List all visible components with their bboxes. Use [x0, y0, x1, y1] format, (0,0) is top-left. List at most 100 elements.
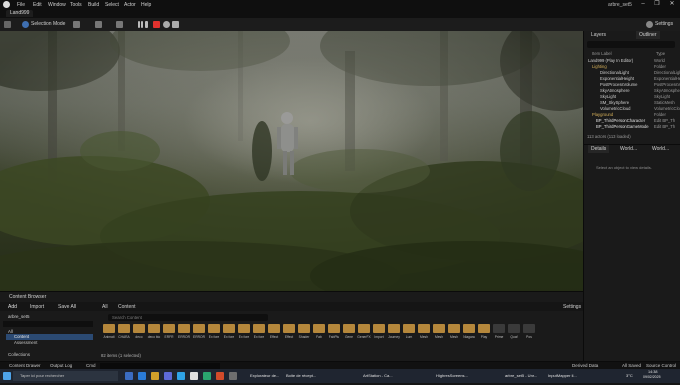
stop-icon[interactable] — [153, 21, 160, 28]
source-control-button[interactable]: Source Control — [646, 363, 676, 368]
blueprint-icon[interactable] — [95, 21, 102, 28]
folder-icon[interactable] — [253, 324, 265, 333]
outliner-row[interactable]: BP_ThirdPersonGameMode Edit BP_Th — [584, 124, 680, 130]
menu-tools[interactable]: Tools — [70, 2, 82, 8]
tab-world-settings-2[interactable]: World... — [649, 145, 672, 153]
tab-world-settings-1[interactable]: World... — [617, 145, 640, 153]
tab-outliner[interactable]: Outliner — [636, 31, 660, 39]
pause-icon[interactable] — [138, 21, 140, 28]
menu-window[interactable]: Window — [48, 2, 66, 8]
app-icon[interactable] — [190, 372, 198, 380]
folder-icon[interactable] — [133, 324, 145, 333]
level-tab[interactable]: Land999 — [6, 10, 34, 17]
close-button[interactable]: ✕ — [665, 0, 679, 9]
folder-icon[interactable] — [193, 324, 205, 333]
menu-build[interactable]: Build — [88, 2, 99, 8]
source-root[interactable]: arbre_set5 — [8, 314, 30, 319]
content-browser-tab[interactable]: Content Browser — [9, 294, 46, 300]
folder-icon[interactable] — [463, 324, 475, 333]
tab-layers[interactable]: Layers — [588, 31, 609, 39]
add-button[interactable]: Add — [8, 304, 17, 310]
outliner-search-input[interactable] — [587, 41, 675, 48]
taskbar-app-1[interactable]: Explorateur de... — [250, 371, 279, 381]
all-saved-button[interactable]: All Saved — [622, 363, 641, 368]
quick-add-icon[interactable] — [73, 21, 80, 28]
windows-start-icon[interactable] — [3, 372, 11, 380]
menu-edit[interactable]: Edit — [33, 2, 42, 8]
source-search-input[interactable] — [3, 321, 93, 327]
level-viewport[interactable] — [0, 31, 583, 291]
unreal-logo-icon[interactable] — [3, 1, 10, 8]
collections-header[interactable]: Collections — [8, 352, 30, 357]
import-button[interactable]: Import — [30, 304, 44, 310]
content-settings-button[interactable]: Settings — [563, 304, 581, 310]
app-icon[interactable] — [229, 372, 237, 380]
clock-date[interactable]: 09/02/2025 — [643, 375, 661, 385]
folder-icon[interactable] — [403, 324, 415, 333]
folder-icon[interactable] — [268, 324, 280, 333]
content-drawer-button[interactable]: Content Drawer — [9, 363, 41, 368]
cinematics-icon[interactable] — [116, 21, 123, 28]
taskbar-app-6[interactable]: InputMapper il... — [548, 371, 577, 381]
folder-icon[interactable] — [343, 324, 355, 333]
gear-icon[interactable] — [646, 21, 653, 28]
eject-icon[interactable] — [163, 21, 170, 28]
folder-icon[interactable] — [151, 372, 159, 380]
folder-icon[interactable] — [358, 324, 370, 333]
column-item-label[interactable]: Item Label — [592, 51, 612, 56]
folder-icon[interactable] — [103, 324, 115, 333]
folder-icon[interactable] — [313, 324, 325, 333]
save-all-button[interactable]: Save All — [58, 304, 76, 310]
folder-icon[interactable] — [478, 324, 490, 333]
derived-data-button[interactable]: Derived Data — [572, 363, 598, 368]
menu-select[interactable]: Select — [105, 2, 119, 8]
teams-icon[interactable] — [164, 372, 172, 380]
app-icon[interactable] — [203, 372, 211, 380]
tree-subfolder[interactable]: Assessment — [14, 340, 37, 345]
folder-icon[interactable] — [238, 324, 250, 333]
taskbar-app-2[interactable]: Boite de récept... — [286, 371, 316, 381]
folder-icon[interactable] — [328, 324, 340, 333]
tab-details[interactable]: Details — [588, 145, 610, 153]
app-icon[interactable] — [216, 372, 224, 380]
cmd-dropdown[interactable]: Cmd — [86, 363, 96, 368]
folder-icon[interactable] — [178, 324, 190, 333]
maximize-button[interactable]: ❐ — [650, 0, 664, 9]
task-view-icon[interactable] — [125, 372, 133, 380]
folder-icon[interactable] — [223, 324, 235, 333]
folder-icon[interactable] — [418, 324, 430, 333]
menu-help[interactable]: Help — [141, 2, 151, 8]
folder-icon[interactable] — [448, 324, 460, 333]
folder-icon[interactable] — [523, 324, 535, 333]
folder-icon[interactable] — [388, 324, 400, 333]
path-content[interactable]: Content — [118, 304, 136, 310]
taskbar-app-4[interactable]: HighresScreens... — [436, 371, 468, 381]
play-options-icon[interactable] — [172, 21, 179, 28]
folder-icon[interactable] — [283, 324, 295, 333]
folder-icon[interactable] — [148, 324, 160, 333]
folder-icon[interactable] — [373, 324, 385, 333]
output-log-button[interactable]: Output Log — [50, 363, 72, 368]
save-icon[interactable] — [4, 21, 11, 28]
menu-file[interactable]: File — [17, 2, 25, 8]
selection-mode-dropdown[interactable]: Selection Mode — [31, 20, 65, 29]
step-icon[interactable] — [145, 21, 148, 28]
folder-icon[interactable] — [118, 324, 130, 333]
weather-temp[interactable]: 3°C — [626, 371, 633, 381]
menu-actor[interactable]: Actor — [124, 2, 136, 8]
edge-icon[interactable] — [138, 372, 146, 380]
tree-content[interactable]: Content — [14, 334, 29, 339]
settings-button[interactable]: Settings — [655, 20, 673, 29]
taskbar-app-3[interactable]: ArtStation - Ca... — [363, 371, 393, 381]
column-type[interactable]: Type — [656, 51, 665, 56]
folder-icon[interactable] — [208, 324, 220, 333]
folder-icon[interactable] — [433, 324, 445, 333]
folder-icon[interactable] — [163, 324, 175, 333]
folder-icon[interactable] — [298, 324, 310, 333]
minimize-button[interactable]: – — [636, 0, 650, 9]
folder-icon[interactable] — [493, 324, 505, 333]
taskbar-app-5[interactable]: arbre_set5 - Unr... — [505, 371, 537, 381]
app-icon[interactable] — [177, 372, 185, 380]
folder-icon[interactable] — [508, 324, 520, 333]
path-all[interactable]: All — [102, 304, 108, 310]
